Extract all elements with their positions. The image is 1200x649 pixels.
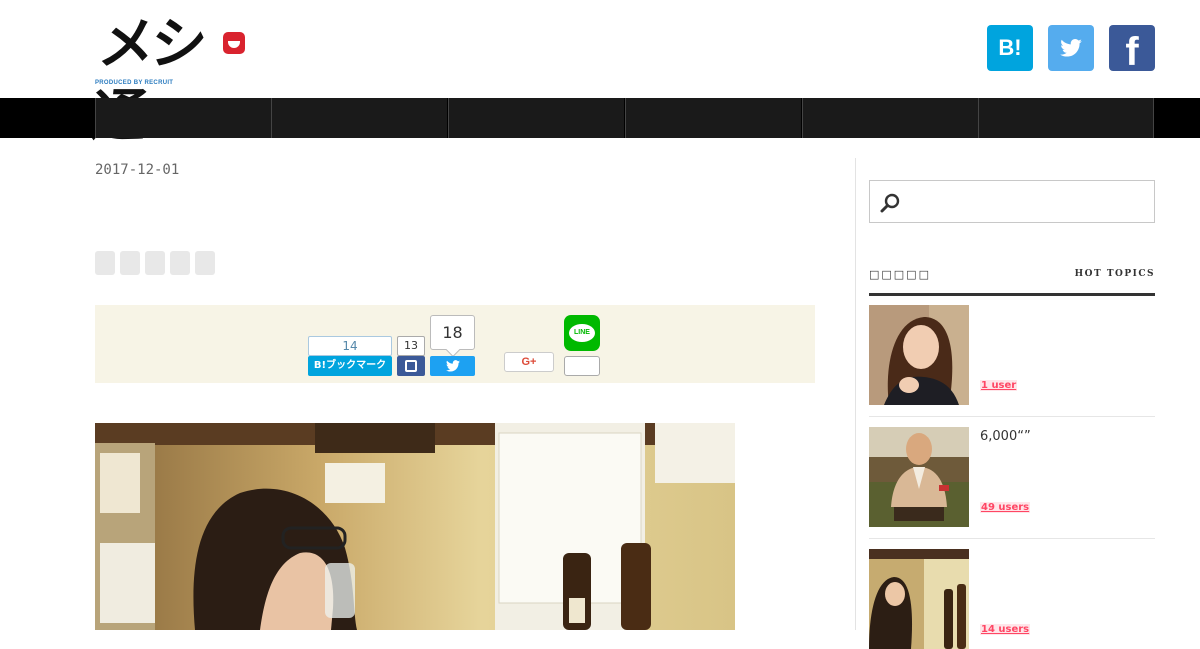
nav-item[interactable] [802,98,978,138]
topic-item[interactable]: 14 users [869,549,1155,649]
hatena-bookmark-button[interactable]: B!ブックマーク [308,356,392,376]
twitter-count: 18 [430,315,475,350]
recruit-brand-text: RECRUIT [144,80,174,86]
topic-divider [869,538,1155,539]
search-input[interactable] [869,180,1155,223]
hot-topics-heading: □□□□□ HOT TOPICS [869,266,1155,296]
hatena-count[interactable]: 14 [308,336,392,356]
nav-item[interactable] [978,98,1154,138]
twitter-share-button[interactable] [1048,25,1094,71]
topic-divider [869,416,1155,417]
hatena-share-button[interactable]: B! [987,25,1033,71]
twitter-bird-icon [445,360,460,372]
tag-chip[interactable] [195,251,215,275]
facebook-count: 13 [397,336,425,356]
produced-by-text: PRODUCED BY [95,80,145,86]
site-header: メシ通 PRODUCED BY RECRUIT B! f [0,0,1200,149]
facebook-share-button[interactable]: f [1109,25,1155,74]
nav-item[interactable] [95,98,271,138]
article-hero-photo [95,423,735,630]
line-icon: LINE [569,324,595,342]
topic-thumbnail-image [869,427,969,527]
topic-thumbnail-image [869,549,969,649]
bowl-icon [223,32,245,54]
facebook-icon: f [1125,29,1139,74]
topic-item[interactable]: 6,000“” 49 users [869,427,1155,527]
hot-topics-heading-jp: □□□□□ [869,268,931,281]
logo-produced-by: PRODUCED BY RECRUIT [95,80,173,86]
line-count [564,356,600,376]
topic-thumbnail[interactable] [869,549,969,649]
facebook-icon [405,360,417,372]
topic-item[interactable]: 1 user [869,305,1155,405]
tag-chip[interactable] [120,251,140,275]
topic-thumbnail[interactable] [869,427,969,527]
nav-item[interactable] [271,98,447,138]
hatena-bookmark-icon: B! [998,35,1022,60]
hero-photo-image [95,423,735,630]
search-icon [880,193,900,213]
topic-title[interactable]: 6,000“” [980,429,1031,444]
nav-item[interactable] [625,98,801,138]
article-tags [95,251,215,275]
line-share-button[interactable]: LINE [564,315,600,351]
topic-users-badge[interactable]: 1 user [980,380,1018,391]
topic-thumbnail[interactable] [869,305,969,405]
share-bar: 14 B!ブックマーク 13 18 G+ LINE [95,305,815,383]
facebook-share-small-button[interactable] [397,356,425,376]
googleplus-button[interactable]: G+ [504,352,554,372]
site-logo[interactable]: メシ通 PRODUCED BY RECRUIT [88,8,247,149]
article-date: 2017-12-01 [95,162,180,178]
tag-chip[interactable] [95,251,115,275]
topic-users-badge[interactable]: 49 users [980,502,1031,513]
tag-chip[interactable] [145,251,165,275]
global-nav [0,98,1200,138]
sidebar-divider [855,158,856,630]
topic-thumbnail-image [869,305,969,405]
twitter-bird-icon [1060,39,1082,57]
tweet-button[interactable] [430,356,475,376]
hot-topics-heading-en: HOT TOPICS [1074,269,1155,279]
nav-item[interactable] [448,98,624,138]
tag-chip[interactable] [170,251,190,275]
